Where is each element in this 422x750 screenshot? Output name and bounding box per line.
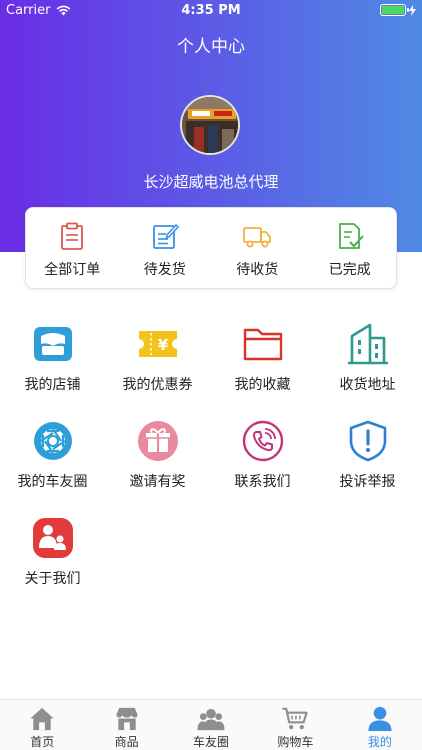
- battery-icon: [380, 4, 409, 16]
- menu-shipping-address[interactable]: 收货地址: [315, 322, 420, 394]
- avatar[interactable]: [180, 95, 240, 155]
- tab-products-label: 商品: [114, 735, 139, 749]
- page-title: 个人中心: [177, 37, 245, 57]
- tab-home[interactable]: 首页: [0, 700, 84, 750]
- status-bar: Carrier 4:35 PM: [0, 0, 422, 22]
- people-icon: [32, 518, 73, 558]
- tab-cart-label: 购物车: [277, 735, 314, 749]
- svg-text:¥: ¥: [157, 336, 168, 354]
- gift-icon: [137, 421, 178, 461]
- tab-car-circle[interactable]: 车友圈: [169, 700, 253, 750]
- menu-my-coupons-label: 我的优惠券: [122, 377, 193, 393]
- order-all-label: 全部订单: [44, 262, 101, 278]
- cart-icon: [282, 707, 309, 730]
- order-pending-receive-label: 待收货: [236, 262, 279, 278]
- tab-mine[interactable]: 我的: [338, 700, 422, 750]
- group-icon: [197, 708, 225, 731]
- store-icon: [33, 327, 72, 361]
- menu-my-car-circle[interactable]: 我的车友圈: [0, 419, 105, 491]
- truck-icon: [243, 227, 272, 248]
- order-status-card: 全部订单 待发货 待收货 已完成: [25, 207, 397, 289]
- order-completed-button[interactable]: 已完成: [304, 208, 397, 288]
- clipboard-icon: [61, 222, 84, 250]
- home-icon: [30, 707, 54, 731]
- username: 长沙超威电池总代理: [143, 173, 279, 191]
- menu-complaint-report-label: 投诉举报: [339, 474, 396, 490]
- menu-my-store-label: 我的店铺: [24, 377, 81, 393]
- menu-my-coupons[interactable]: ¥ 我的优惠券: [105, 322, 210, 394]
- user-icon: [368, 706, 392, 732]
- tab-mine-label: 我的: [367, 735, 392, 749]
- building-icon: [347, 323, 388, 365]
- edit-note-icon: [152, 223, 179, 249]
- coupon-icon: ¥: [138, 331, 177, 357]
- tab-car-circle-label: 车友圈: [193, 735, 230, 749]
- menu-my-favorites-label: 我的收藏: [234, 377, 291, 393]
- phone-icon: [242, 420, 283, 462]
- aperture-icon: [33, 422, 72, 460]
- menu-shipping-address-label: 收货地址: [339, 377, 396, 393]
- tab-cart[interactable]: 购物车: [253, 700, 337, 750]
- order-pending-receive-button[interactable]: 待收货: [211, 208, 304, 288]
- charging-icon: [409, 4, 416, 16]
- checked-doc-icon: [338, 223, 364, 249]
- shield-alert-icon: [349, 420, 386, 462]
- menu-invite-rewards-label: 邀请有奖: [129, 474, 186, 490]
- tab-products[interactable]: 商品: [84, 700, 168, 750]
- menu-complaint-report[interactable]: 投诉举报: [315, 419, 420, 491]
- tab-home-label: 首页: [30, 735, 55, 749]
- order-pending-ship-button[interactable]: 待发货: [119, 208, 212, 288]
- order-completed-label: 已完成: [328, 262, 371, 278]
- menu-about-us[interactable]: 关于我们: [0, 516, 105, 588]
- menu-invite-rewards[interactable]: 邀请有奖: [105, 419, 210, 491]
- avatar-photo: [182, 97, 238, 153]
- status-time: 4:35 PM: [181, 3, 241, 18]
- shop-icon: [116, 707, 138, 731]
- menu-my-favorites[interactable]: 我的收藏: [210, 322, 315, 394]
- order-all-button[interactable]: 全部订单: [26, 208, 119, 288]
- folder-icon: [243, 328, 282, 361]
- tab-bar: 首页 商品 车友圈 购物车 我的: [0, 699, 422, 750]
- menu-my-store[interactable]: 我的店铺: [0, 322, 105, 394]
- menu-contact-us-label: 联系我们: [234, 474, 291, 490]
- order-pending-ship-label: 待发货: [143, 262, 186, 278]
- menu-my-car-circle-label: 我的车友圈: [17, 474, 88, 490]
- menu-about-us-label: 关于我们: [24, 571, 81, 587]
- menu-contact-us[interactable]: 联系我们: [210, 419, 315, 491]
